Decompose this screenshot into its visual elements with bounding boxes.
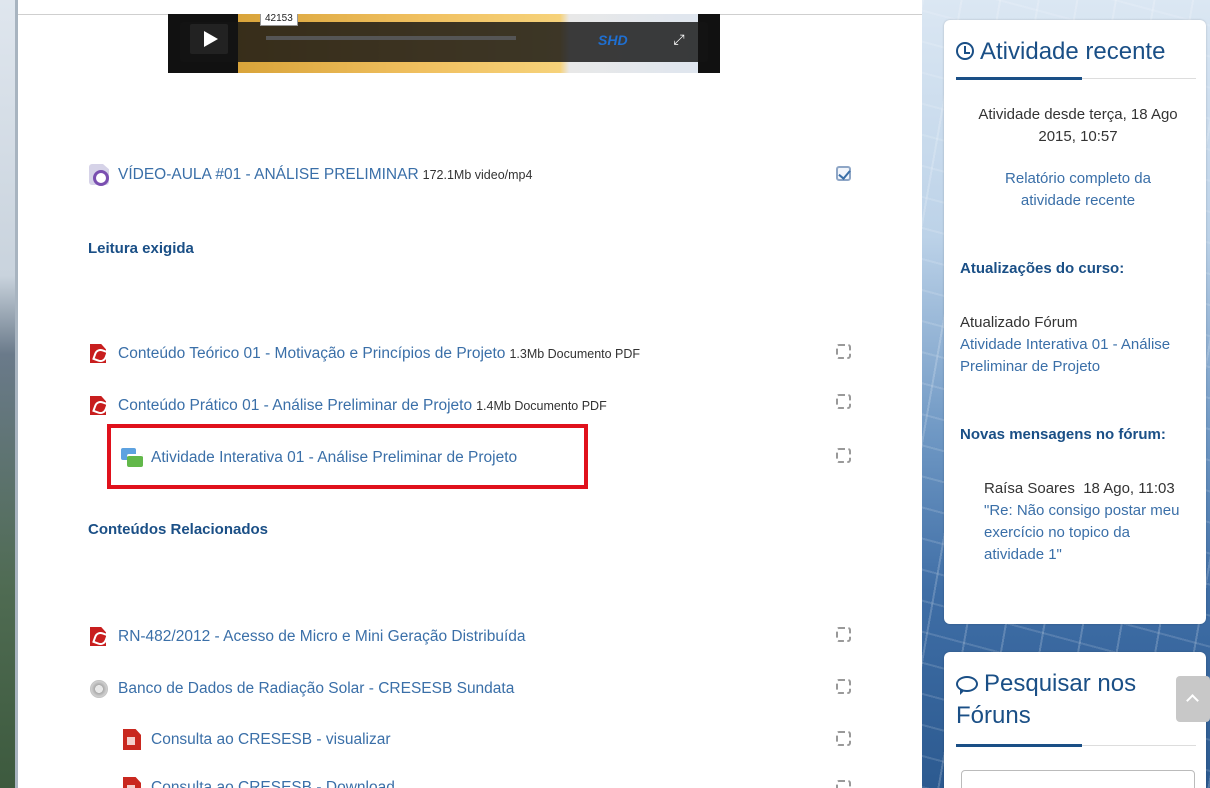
clock-icon bbox=[956, 42, 974, 60]
resource-link[interactable]: Consulta ao CRESESB - visualizar bbox=[151, 731, 391, 749]
video-player[interactable]: 42153 SHD ⤢ bbox=[168, 14, 720, 73]
document-icon bbox=[121, 729, 143, 751]
search-forums-header: Pesquisar nos Fóruns bbox=[956, 668, 1156, 732]
pdf-icon bbox=[88, 343, 110, 365]
resource-link[interactable]: RN-482/2012 - Acesso de Micro e Mini Ger… bbox=[118, 628, 526, 646]
completion-checkbox[interactable] bbox=[836, 344, 851, 359]
pdf-icon bbox=[88, 626, 110, 648]
fullscreen-icon[interactable]: ⤢ bbox=[668, 30, 690, 48]
resource-link[interactable]: Banco de Dados de Radiação Solar - CRESE… bbox=[118, 680, 514, 698]
video-aula-meta: 172.1Mb video/mp4 bbox=[422, 168, 533, 182]
completion-checkbox[interactable] bbox=[836, 731, 851, 746]
post-author-date: Raísa Soares 18 Ago, 11:03 bbox=[984, 480, 1175, 497]
hd-logo: SHD bbox=[598, 32, 628, 48]
video-progress-bar[interactable] bbox=[266, 36, 516, 40]
activity-since-text: Atividade desde terça, 18 Ago 2015, 10:5… bbox=[978, 106, 1178, 145]
video-file-icon bbox=[88, 164, 110, 186]
forum-search-input[interactable] bbox=[961, 770, 1195, 788]
resource-meta: 1.3Mb Documento PDF bbox=[509, 347, 641, 361]
play-button[interactable] bbox=[190, 24, 228, 54]
search-forums-title: Pesquisar nos Fóruns bbox=[956, 670, 1137, 729]
recent-activity-title: Atividade recente bbox=[980, 38, 1166, 65]
title-underline bbox=[956, 77, 1082, 80]
completion-checkbox[interactable] bbox=[836, 448, 851, 463]
resource-link[interactable]: Conteúdo Teórico 01 - Motivação e Princí… bbox=[118, 345, 505, 363]
chat-icon bbox=[956, 676, 978, 695]
divider bbox=[1082, 78, 1196, 79]
forum-post-link[interactable]: "Re: Não consigo postar meu exercício no… bbox=[984, 500, 1184, 566]
search-forums-block: Pesquisar nos Fóruns bbox=[944, 652, 1206, 788]
highlight-box bbox=[107, 424, 588, 489]
url-icon bbox=[88, 678, 110, 700]
resource-link[interactable]: Consulta ao CRESESB - Download bbox=[151, 779, 395, 788]
recent-activity-header: Atividade recente bbox=[956, 38, 1165, 66]
completion-checkbox-done[interactable] bbox=[836, 166, 851, 181]
forum-posts-heading: Novas mensagens no fórum: bbox=[960, 426, 1166, 443]
completion-checkbox[interactable] bbox=[836, 780, 851, 788]
full-report-link[interactable]: Relatório completo da atividade recente bbox=[974, 168, 1182, 212]
divider bbox=[1082, 745, 1196, 746]
video-controls bbox=[180, 22, 708, 62]
course-updates-heading: Atualizações do curso: bbox=[960, 260, 1125, 277]
update-text: Atualizado Fórum bbox=[960, 314, 1078, 331]
section-title-required-reading: Leitura exigida bbox=[88, 240, 194, 257]
list-item[interactable]: Consulta ao CRESESB - visualizar bbox=[121, 729, 391, 751]
completion-checkbox[interactable] bbox=[836, 394, 851, 409]
pdf-icon bbox=[88, 395, 110, 417]
resource-meta: 1.4Mb Documento PDF bbox=[476, 399, 607, 413]
time-tooltip: 42153 bbox=[260, 14, 298, 26]
completion-checkbox[interactable] bbox=[836, 679, 851, 694]
section-title-related-content: Conteúdos Relacionados bbox=[88, 521, 269, 538]
list-item[interactable]: Conteúdo Prático 01 - Análise Preliminar… bbox=[88, 395, 607, 417]
title-underline bbox=[956, 744, 1082, 747]
list-item[interactable]: Consulta ao CRESESB - Download bbox=[121, 777, 395, 788]
completion-checkbox[interactable] bbox=[836, 627, 851, 642]
list-item[interactable]: Banco de Dados de Radiação Solar - CRESE… bbox=[88, 678, 514, 700]
page-background-left bbox=[0, 0, 18, 788]
scroll-to-top-button[interactable] bbox=[1176, 676, 1210, 722]
list-item[interactable]: RN-482/2012 - Acesso de Micro e Mini Ger… bbox=[88, 626, 526, 648]
document-icon bbox=[121, 777, 143, 788]
update-activity-link[interactable]: Atividade Interativa 01 - Análise Prelim… bbox=[960, 334, 1196, 378]
video-aula-item[interactable]: VÍDEO-AULA #01 - ANÁLISE PRELIMINAR 172.… bbox=[88, 164, 532, 186]
resource-link[interactable]: Conteúdo Prático 01 - Análise Preliminar… bbox=[118, 397, 472, 415]
recent-activity-block: Atividade recente Atividade desde terça,… bbox=[944, 20, 1206, 624]
list-item[interactable]: Conteúdo Teórico 01 - Motivação e Princí… bbox=[88, 343, 640, 365]
video-aula-link[interactable]: VÍDEO-AULA #01 - ANÁLISE PRELIMINAR bbox=[118, 166, 419, 184]
